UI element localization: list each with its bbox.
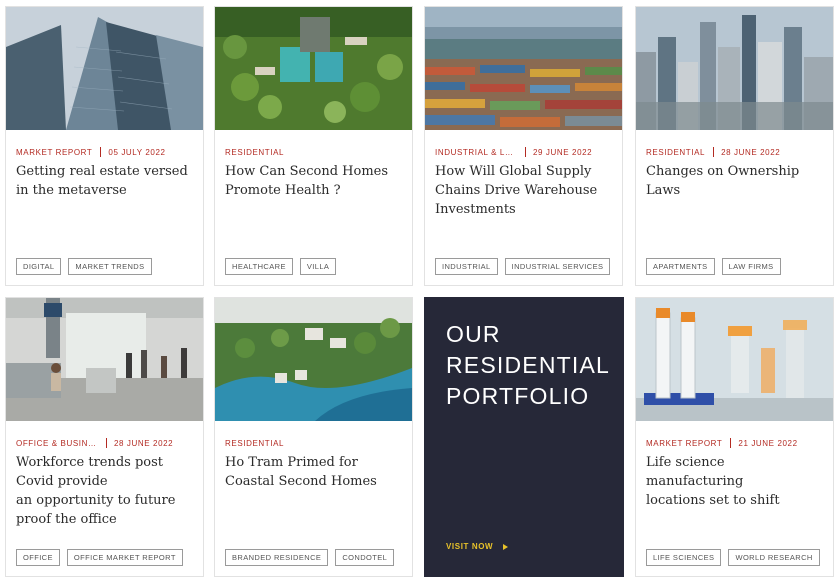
promo-title: OUR RESIDENTIAL PORTFOLIO: [446, 319, 614, 412]
title-line: Coastal Second Homes: [225, 474, 377, 489]
tag-list: APARTMENTS LAW FIRMS: [646, 258, 781, 275]
article-card[interactable]: RESIDENTIAL 28 JUNE 2022 Changes on Owne…: [635, 6, 834, 286]
card-meta: OFFICE & BUSINE... 28 JUNE 2022: [16, 437, 197, 449]
port-containers-image[interactable]: [425, 7, 622, 130]
tag-list: BRANDED RESIDENCE CONDOTEL: [225, 549, 395, 566]
category-label[interactable]: RESIDENTIAL: [225, 148, 284, 157]
tag-branded-residence[interactable]: BRANDED RESIDENCE: [225, 549, 329, 566]
article-card[interactable]: INDUSTRIAL & LO... 29 JUNE 2022 How Will…: [424, 6, 623, 286]
category-label[interactable]: RESIDENTIAL: [646, 148, 705, 157]
meta-divider: [100, 147, 102, 157]
title-line: Life science manufacturing: [646, 455, 744, 489]
tag-villa[interactable]: VILLA: [299, 258, 337, 275]
meta-divider: [525, 147, 526, 157]
title-line: How Will Global Supply: [435, 164, 592, 179]
category-label[interactable]: MARKET REPORT: [16, 148, 92, 157]
visit-now-label: VISIT NOW: [446, 542, 494, 551]
tag-life-sciences[interactable]: LIFE SCIENCES: [646, 549, 722, 566]
card-meta: RESIDENTIAL: [225, 437, 406, 449]
tag-office-market-report[interactable]: OFFICE MARKET REPORT: [66, 549, 183, 566]
title-line: Ho Tram Primed for: [225, 455, 358, 470]
visit-now-link[interactable]: VISIT NOW: [446, 542, 509, 551]
article-grid: MARKET REPORT 05 JULY 2022 Getting real …: [0, 0, 838, 581]
tag-market-trends[interactable]: MARKET TRENDS: [68, 258, 152, 275]
meta-divider: [730, 438, 732, 448]
card-meta: MARKET REPORT 21 JUNE 2022: [646, 437, 827, 449]
title-line: Changes on Ownership: [646, 164, 800, 179]
date-label: 29 JUNE 2022: [533, 147, 593, 157]
meta-divider: [106, 438, 107, 448]
office-lobby-image[interactable]: [6, 298, 203, 421]
residential-portfolio-promo[interactable]: OUR RESIDENTIAL PORTFOLIO VISIT NOW: [424, 297, 624, 577]
title-line: Getting real estate versed: [16, 164, 188, 179]
article-title[interactable]: Life science manufacturing locations set…: [646, 453, 823, 510]
title-line: Laws: [646, 183, 681, 198]
lab-test-tubes-image[interactable]: [636, 298, 833, 421]
card-meta: INDUSTRIAL & LO... 29 JUNE 2022: [435, 146, 616, 158]
article-title[interactable]: Workforce trends post Covid provide an o…: [16, 453, 193, 529]
resort-pool-image[interactable]: [215, 7, 412, 130]
skyscraper-image[interactable]: [6, 7, 203, 130]
article-card[interactable]: RESIDENTIAL Ho Tram Primed for Coastal S…: [214, 297, 413, 577]
article-card[interactable]: OFFICE & BUSINE... 28 JUNE 2022 Workforc…: [5, 297, 204, 577]
tag-digital[interactable]: DIGITAL: [16, 258, 62, 275]
article-title[interactable]: Getting real estate versed in the metave…: [16, 162, 193, 200]
tag-law-firms[interactable]: LAW FIRMS: [721, 258, 781, 275]
tag-world-research[interactable]: WORLD RESEARCH: [728, 549, 820, 566]
promo-title-line: RESIDENTIAL: [446, 352, 611, 378]
date-label: 05 JULY 2022: [108, 147, 166, 157]
tag-list: LIFE SCIENCES WORLD RESEARCH: [646, 549, 820, 566]
tag-list: INDUSTRIAL INDUSTRIAL SERVICES: [435, 258, 611, 275]
article-card[interactable]: RESIDENTIAL How Can Second Homes Promote…: [214, 6, 413, 286]
tag-industrial[interactable]: INDUSTRIAL: [435, 258, 498, 275]
title-line: locations set to shift: [646, 493, 780, 508]
card-meta: RESIDENTIAL 28 JUNE 2022: [646, 146, 827, 158]
tag-apartments[interactable]: APARTMENTS: [646, 258, 715, 275]
category-label[interactable]: OFFICE & BUSINE...: [16, 439, 98, 448]
card-meta: RESIDENTIAL: [225, 146, 406, 158]
meta-divider: [713, 147, 715, 157]
date-label: 28 JUNE 2022: [114, 438, 174, 448]
tag-condotel[interactable]: CONDOTEL: [335, 549, 395, 566]
date-label: 28 JUNE 2022: [721, 147, 781, 157]
title-line: Chains Drive Warehouse: [435, 183, 598, 198]
category-label[interactable]: MARKET REPORT: [646, 439, 722, 448]
category-label[interactable]: INDUSTRIAL & LO...: [435, 148, 517, 157]
tag-office[interactable]: OFFICE: [16, 549, 60, 566]
tag-list: OFFICE OFFICE MARKET REPORT: [16, 549, 183, 566]
title-line: an opportunity to future: [16, 493, 176, 508]
tag-industrial-services[interactable]: INDUSTRIAL SERVICES: [504, 258, 611, 275]
coastal-resort-image[interactable]: [215, 298, 412, 421]
title-line: in the metaverse: [16, 183, 127, 198]
tag-list: HEALTHCARE VILLA: [225, 258, 337, 275]
date-label: 21 JUNE 2022: [738, 438, 798, 448]
article-title[interactable]: Changes on Ownership Laws: [646, 162, 823, 200]
title-line: proof the office: [16, 512, 117, 527]
promo-title-line: OUR: [446, 321, 501, 347]
tag-list: DIGITAL MARKET TRENDS: [16, 258, 152, 275]
article-title[interactable]: How Will Global Supply Chains Drive Ware…: [435, 162, 612, 219]
chevron-right-icon: [503, 543, 509, 550]
title-line: Workforce trends post: [16, 455, 164, 470]
title-line: Investments: [435, 202, 516, 217]
category-label[interactable]: RESIDENTIAL: [225, 439, 284, 448]
article-title[interactable]: Ho Tram Primed for Coastal Second Homes: [225, 453, 402, 491]
title-line: Promote Health ?: [225, 183, 341, 198]
promo-title-line: PORTFOLIO: [446, 383, 590, 409]
city-skyline-image[interactable]: [636, 7, 833, 130]
article-card[interactable]: MARKET REPORT 21 JUNE 2022 Life science …: [635, 297, 834, 577]
article-title[interactable]: How Can Second Homes Promote Health ?: [225, 162, 402, 200]
title-line: How Can Second Homes: [225, 164, 389, 179]
card-meta: MARKET REPORT 05 JULY 2022: [16, 146, 197, 158]
article-card[interactable]: MARKET REPORT 05 JULY 2022 Getting real …: [5, 6, 204, 286]
tag-healthcare[interactable]: HEALTHCARE: [225, 258, 293, 275]
title-line: Covid provide: [16, 474, 108, 489]
